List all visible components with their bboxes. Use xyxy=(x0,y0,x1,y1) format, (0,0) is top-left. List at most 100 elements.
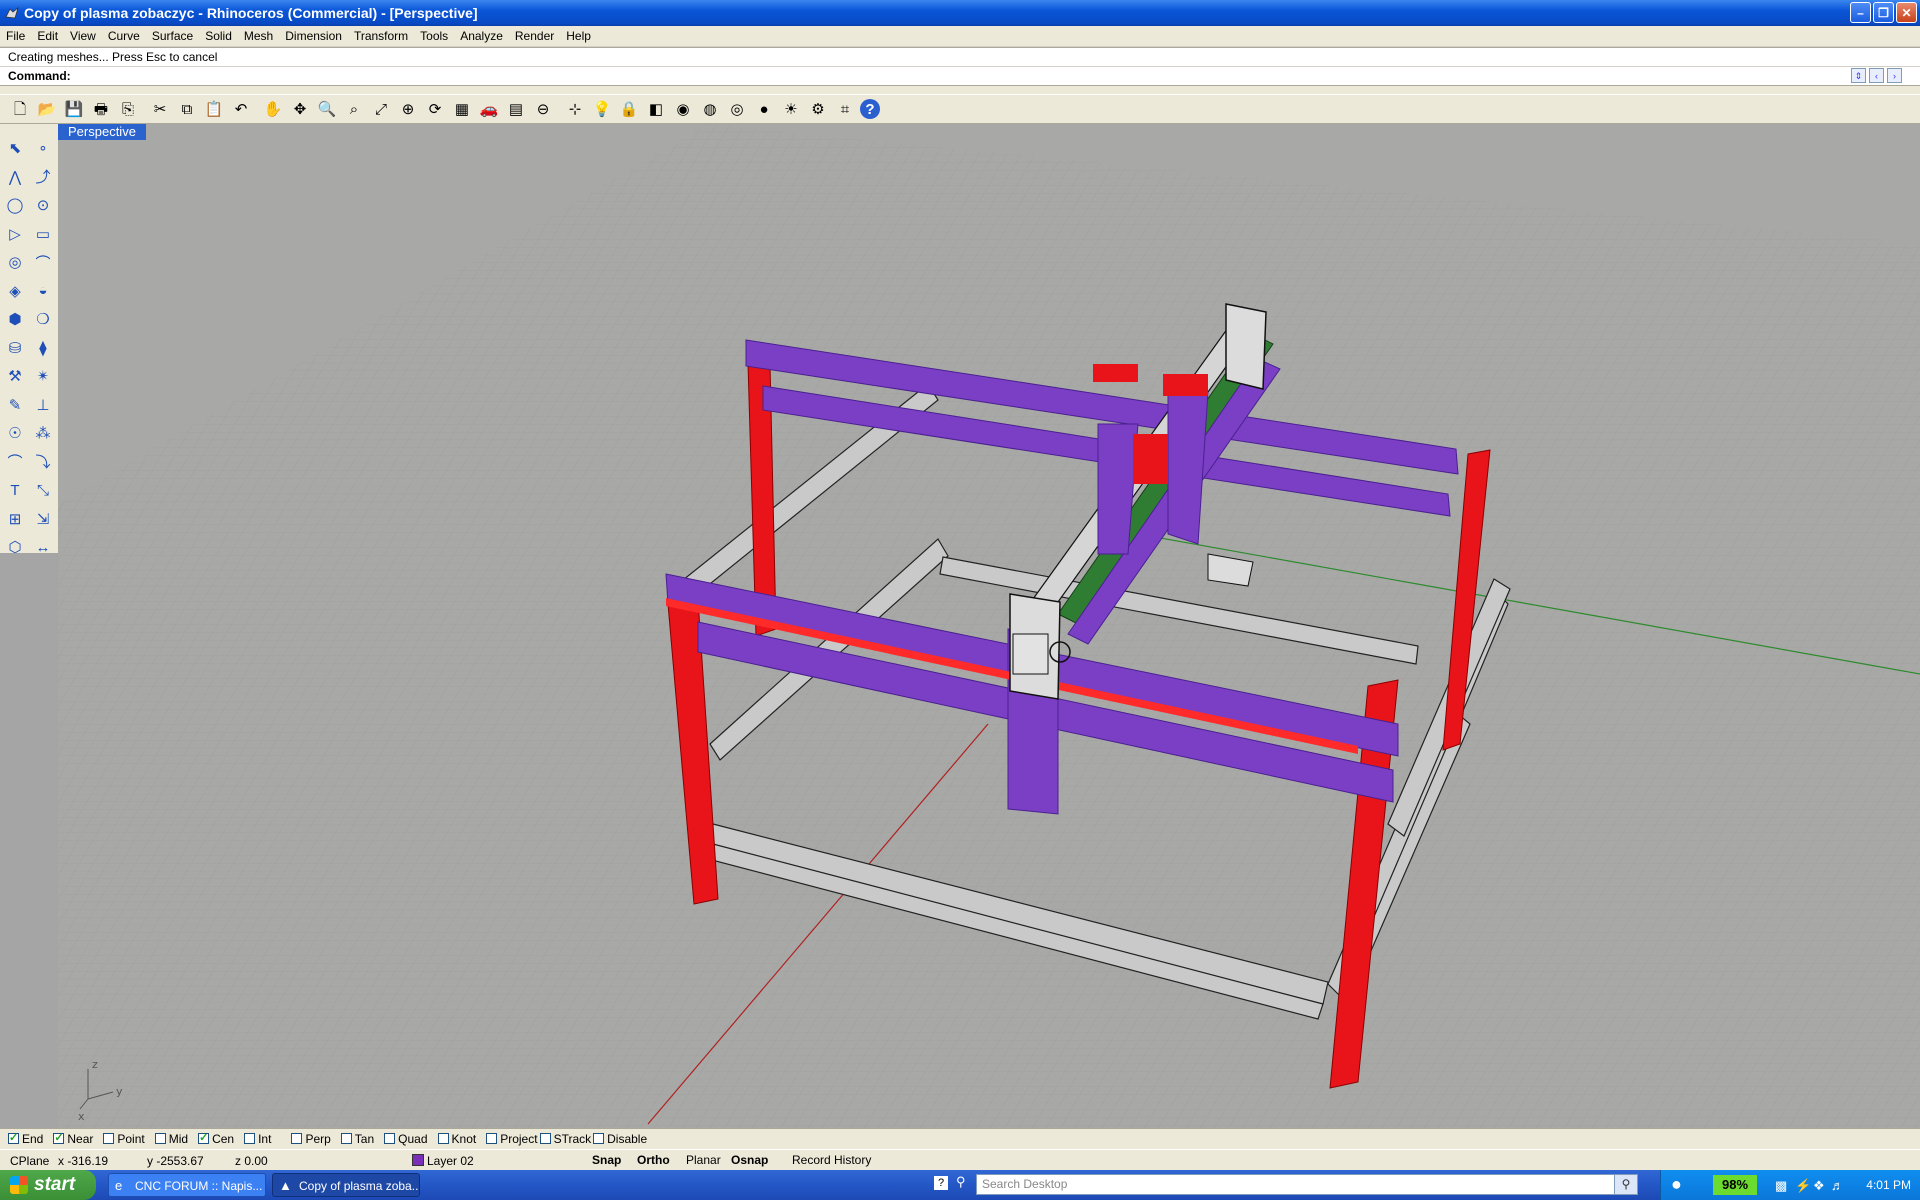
grid-icon[interactable]: ▤ xyxy=(504,97,528,121)
extrude-tool-icon[interactable]: ⧫ xyxy=(30,335,56,361)
copy-icon[interactable]: ⧉ xyxy=(175,97,199,121)
circle-3pt-tool-icon[interactable]: ⊙ xyxy=(30,192,56,218)
desktop-search-input[interactable]: Search Desktop ⚲ xyxy=(976,1174,1638,1195)
named-views-icon[interactable]: ⌗ xyxy=(833,97,857,121)
zoom-icon[interactable]: 🔍 xyxy=(315,97,339,121)
solid-box-tool-icon[interactable]: ⬢ xyxy=(2,306,28,332)
osnap-strack[interactable]: STrack xyxy=(539,1132,591,1146)
transform2-tool-icon[interactable]: ⇲ xyxy=(30,506,56,532)
menu-file[interactable]: File xyxy=(0,26,31,46)
snap-toggle[interactable]: Snap xyxy=(592,1153,621,1167)
menu-edit[interactable]: Edit xyxy=(31,26,64,46)
render-sphere-icon[interactable]: ● xyxy=(752,97,776,121)
cut-icon[interactable]: ✂ xyxy=(148,97,172,121)
messenger-icon[interactable]: ● xyxy=(1671,1174,1682,1195)
osnap-point[interactable]: Point xyxy=(103,1132,145,1146)
menu-curve[interactable]: Curve xyxy=(102,26,146,46)
viewport-layout-icon[interactable]: ▦ xyxy=(450,97,474,121)
osnap-mid[interactable]: Mid xyxy=(154,1132,188,1146)
planar-toggle[interactable]: Planar xyxy=(686,1153,721,1167)
explode-tool-icon[interactable]: ✴ xyxy=(30,363,56,389)
osnap-knot[interactable]: Knot xyxy=(437,1132,476,1146)
text-tool-icon[interactable]: T xyxy=(2,477,28,503)
surface-tool-icon[interactable]: ◈ xyxy=(2,278,28,304)
osnap-int-checkbox[interactable] xyxy=(244,1133,256,1144)
new-file-icon[interactable]: 🗋 xyxy=(8,97,32,121)
osnap-quad-checkbox[interactable] xyxy=(384,1133,396,1144)
viewport-title-tab[interactable]: Perspective xyxy=(58,124,146,140)
undo-icon[interactable]: ↶ xyxy=(229,97,253,121)
osnap-cen[interactable]: Cen xyxy=(198,1131,234,1146)
import-icon[interactable]: ⎘ xyxy=(116,97,140,121)
rotate-icon[interactable]: ✥ xyxy=(288,97,312,121)
osnap-toggle[interactable]: Osnap xyxy=(731,1153,768,1167)
circle-tool-icon[interactable]: ◯ xyxy=(2,192,28,218)
command-line[interactable]: Command: ⇕ ‹ › xyxy=(0,66,1920,86)
rhino-app-icon[interactable] xyxy=(4,5,20,21)
menu-view[interactable]: View xyxy=(64,26,102,46)
rectangle-tool-icon[interactable]: ▭ xyxy=(30,221,56,247)
cplane-label[interactable]: CPlane xyxy=(10,1154,49,1168)
taskbar-item-rhino[interactable]: ▲ Copy of plasma zoba... xyxy=(272,1173,420,1197)
osnap-project[interactable]: Project xyxy=(486,1132,538,1146)
taskbar-item-browser[interactable]: e CNC FORUM :: Napis... xyxy=(108,1173,266,1197)
print-icon[interactable]: 🖶 xyxy=(89,97,113,121)
paste-icon[interactable]: 📋 xyxy=(202,97,226,121)
osnap-mid-checkbox[interactable] xyxy=(154,1133,166,1144)
zoom-selected-icon[interactable]: ⊕ xyxy=(396,97,420,121)
security-icon[interactable]: ❖ xyxy=(1813,1178,1825,1194)
fillet-tool-icon[interactable]: ⌒ xyxy=(30,249,56,275)
ellipse-tool-icon[interactable]: ◎ xyxy=(2,249,28,275)
car-icon[interactable]: 🚗 xyxy=(477,97,501,121)
command-prev-icon[interactable]: ‹ xyxy=(1869,68,1884,83)
system-clock[interactable]: 4:01 PM xyxy=(1866,1178,1911,1192)
open-icon[interactable]: 📂 xyxy=(35,97,59,121)
osnap-tan-checkbox[interactable] xyxy=(340,1133,352,1144)
osnap-knot-checkbox[interactable] xyxy=(437,1133,449,1144)
lock-icon[interactable]: 🔒 xyxy=(617,97,641,121)
command-history-updown-icon[interactable]: ⇕ xyxy=(1851,68,1866,83)
search-go-icon[interactable]: ⚲ xyxy=(1614,1175,1637,1194)
arc-tool-icon[interactable]: ⌒ xyxy=(2,449,28,475)
zoom-extents-icon[interactable]: ⤢ xyxy=(369,97,393,121)
surface-edit-tool-icon[interactable]: ◒ xyxy=(30,278,56,304)
help-icon[interactable]: ? xyxy=(860,99,880,119)
osnap-near[interactable]: Near xyxy=(53,1131,93,1146)
ortho-toggle[interactable]: Ortho xyxy=(637,1153,670,1167)
select-tool-icon[interactable]: ⬉ xyxy=(2,135,28,161)
osnap-point-checkbox[interactable] xyxy=(103,1133,115,1144)
menu-tools[interactable]: Tools xyxy=(414,26,454,46)
battery-indicator[interactable]: 98% xyxy=(1713,1175,1757,1195)
menu-dimension[interactable]: Dimension xyxy=(279,26,348,46)
layer-indicator[interactable]: Layer 02 xyxy=(412,1154,474,1168)
osnap-near-checkbox[interactable] xyxy=(53,1131,65,1144)
ghosted-icon[interactable]: ◎ xyxy=(725,97,749,121)
transform-tool-icon[interactable]: ⚒ xyxy=(2,363,28,389)
osnap-cen-checkbox[interactable] xyxy=(198,1131,210,1144)
osnap-disable-checkbox[interactable] xyxy=(593,1133,605,1144)
scale-tool-icon[interactable]: ⤡ xyxy=(30,477,56,503)
restore-button[interactable]: ❐ xyxy=(1873,2,1894,23)
osnap-disable[interactable]: Disable xyxy=(593,1132,647,1146)
curve-edit-tool-icon[interactable]: ⤴ xyxy=(30,164,56,190)
close-button[interactable]: ✕ xyxy=(1896,2,1917,23)
menu-analyze[interactable]: Analyze xyxy=(454,26,509,46)
osnap-perp-checkbox[interactable] xyxy=(291,1133,303,1144)
menu-surface[interactable]: Surface xyxy=(146,26,199,46)
cplane-icon[interactable]: ⊖ xyxy=(531,97,555,121)
osnap-end-checkbox[interactable] xyxy=(8,1131,19,1144)
volume-icon[interactable]: ♬ xyxy=(1831,1178,1844,1193)
menu-transform[interactable]: Transform xyxy=(348,26,414,46)
osnap-perp[interactable]: Perp xyxy=(291,1132,331,1146)
help-icon[interactable]: ? xyxy=(934,1176,948,1190)
pan-icon[interactable]: ✋ xyxy=(261,97,285,121)
arc-curve-tool-icon[interactable]: ⤵ xyxy=(30,449,56,475)
menu-help[interactable]: Help xyxy=(560,26,597,46)
network-icon[interactable]: ▩ xyxy=(1775,1178,1787,1194)
start-button[interactable]: start xyxy=(0,1170,96,1200)
sun-icon[interactable]: ☀ xyxy=(779,97,803,121)
group-tool-icon[interactable]: ☉ xyxy=(2,420,28,446)
wireframe-icon[interactable]: ◍ xyxy=(698,97,722,121)
command-next-icon[interactable]: › xyxy=(1887,68,1902,83)
layer-icon[interactable]: ◧ xyxy=(644,97,668,121)
